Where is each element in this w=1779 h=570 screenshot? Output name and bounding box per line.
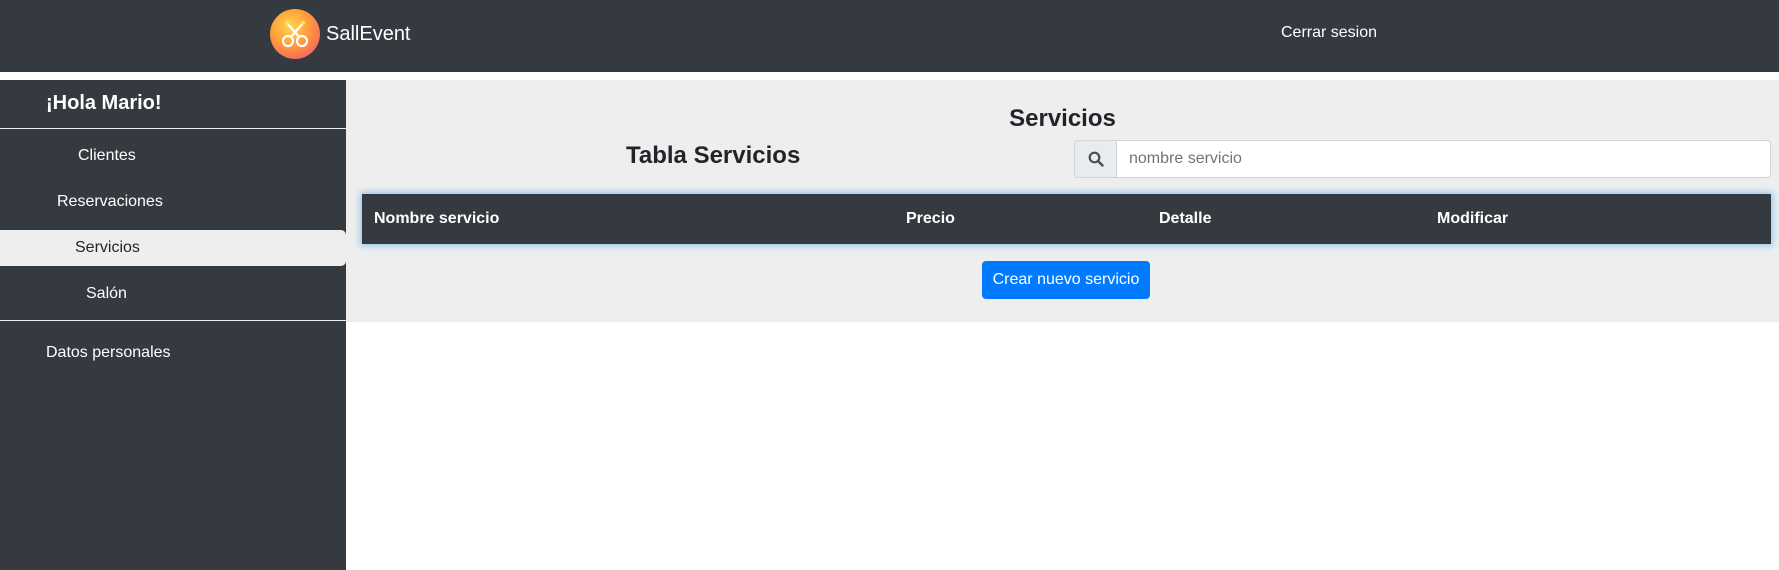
table-title: Tabla Servicios: [626, 142, 801, 169]
sidebar-item-label: Salón: [86, 285, 127, 302]
column-header-detalle: Detalle: [1159, 210, 1212, 227]
table-header-row: Nombre servicio Precio Detalle Modificar: [362, 194, 1771, 244]
sidebar-item-clientes[interactable]: Clientes: [0, 138, 346, 174]
sidebar: ¡Hola Mario! Clientes Reservaciones Serv…: [0, 80, 346, 570]
sidebar-item-servicios[interactable]: Servicios: [0, 230, 346, 266]
sidebar-item-label: Clientes: [78, 147, 136, 164]
create-service-button[interactable]: Crear nuevo servicio: [982, 261, 1150, 299]
column-header-nombre-servicio: Nombre servicio: [374, 210, 500, 227]
sidebar-divider: [0, 128, 346, 129]
main-panel: Servicios Tabla Servicios Nombre servici…: [346, 80, 1779, 322]
column-header-precio: Precio: [906, 210, 955, 227]
brand-link[interactable]: SallEvent: [270, 9, 411, 59]
sidebar-item-salon[interactable]: Salón: [0, 276, 346, 312]
brand-name: SallEvent: [326, 22, 411, 45]
search-icon: [1074, 140, 1117, 178]
top-navbar: SallEvent Cerrar sesion: [0, 0, 1779, 72]
search-group: [1074, 140, 1771, 178]
sidebar-item-label: Reservaciones: [57, 193, 163, 210]
sidebar-item-reservaciones[interactable]: Reservaciones: [0, 184, 346, 220]
sidebar-divider: [0, 320, 346, 321]
sidebar-item-datos-personales[interactable]: Datos personales: [46, 344, 171, 362]
sidebar-item-label: Servicios: [75, 239, 140, 256]
page-title: Servicios: [1009, 105, 1116, 132]
brand-logo-icon: [270, 9, 320, 59]
column-header-modificar: Modificar: [1437, 210, 1509, 227]
search-input[interactable]: [1117, 140, 1771, 178]
logout-link[interactable]: Cerrar sesion: [1281, 24, 1377, 42]
sidebar-greeting: ¡Hola Mario!: [46, 92, 162, 114]
